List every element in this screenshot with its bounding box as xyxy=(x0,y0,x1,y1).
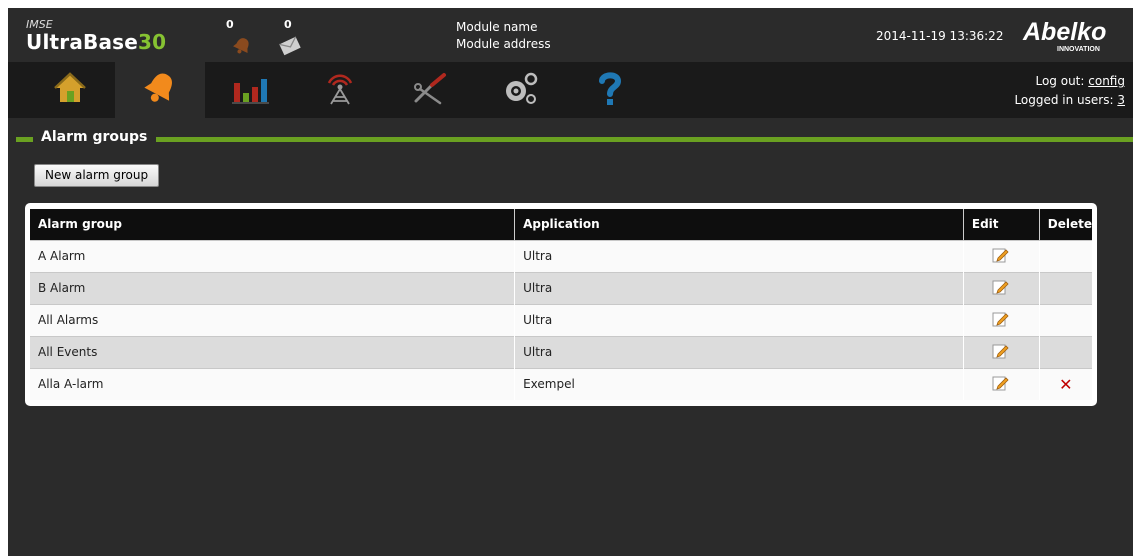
section-bar-left xyxy=(16,137,33,142)
alarm-group-cell: A Alarm xyxy=(30,239,515,272)
delete-cell: ✕ xyxy=(1038,367,1092,400)
delete-icon[interactable]: ✕ xyxy=(1059,375,1072,394)
help-icon xyxy=(595,69,625,111)
logout-line: Log out: config xyxy=(1014,72,1125,91)
edit-icon[interactable] xyxy=(992,376,1010,394)
header-delete: Delete xyxy=(1038,209,1092,240)
section-header: Alarm groups xyxy=(8,129,1133,147)
edit-cell xyxy=(962,335,1040,368)
edit-icon[interactable] xyxy=(992,344,1010,362)
table-row: A Alarm Ultra xyxy=(30,239,1092,272)
gears-icon xyxy=(500,69,540,111)
alarm-groups-table: Alarm group Application Edit Delete A Al… xyxy=(30,209,1092,400)
nav-system[interactable] xyxy=(475,62,565,118)
delete-cell xyxy=(1038,239,1092,272)
nav-alarms[interactable] xyxy=(115,62,205,118)
edit-cell xyxy=(962,303,1040,336)
message-envelope-icon[interactable] xyxy=(278,36,302,60)
application-cell: Ultra xyxy=(514,271,964,304)
logged-in-line: Logged in users: 3 xyxy=(1014,91,1125,110)
application-cell: Ultra xyxy=(514,335,964,368)
logout-label: Log out: xyxy=(1035,74,1085,88)
abelko-logo: Abelko xyxy=(1023,18,1107,46)
module-name: Module name xyxy=(456,20,538,34)
new-alarm-group-button[interactable]: New alarm group xyxy=(34,164,160,187)
application-cell: Ultra xyxy=(514,239,964,272)
module-info: Module name Module address xyxy=(456,19,551,53)
nav-settings-tools[interactable] xyxy=(385,62,475,118)
alarm-group-cell: All Events xyxy=(30,335,515,368)
logged-in-label: Logged in users: xyxy=(1014,93,1114,107)
brand-number: 30 xyxy=(138,30,167,54)
bell-icon xyxy=(140,69,180,111)
edit-cell xyxy=(962,271,1040,304)
alarm-group-cell: All Alarms xyxy=(30,303,515,336)
home-icon xyxy=(53,71,87,109)
edit-icon[interactable] xyxy=(992,248,1010,266)
app-window: IMSE UltraBase30 0 0 Module name Module xyxy=(8,8,1133,556)
table-row: Alla A-larm Exempel ✕ xyxy=(30,367,1092,400)
delete-cell xyxy=(1038,335,1092,368)
module-address: Module address xyxy=(456,37,551,51)
alarm-count: 0 xyxy=(226,18,234,31)
delete-cell xyxy=(1038,271,1092,304)
alarm-group-cell: B Alarm xyxy=(30,271,515,304)
table-row: All Events Ultra xyxy=(30,335,1092,368)
alarm-bell-icon[interactable] xyxy=(231,36,253,60)
brand-title: UltraBase30 xyxy=(26,30,166,54)
user-info: Log out: config Logged in users: 3 xyxy=(1014,72,1125,110)
table-row: All Alarms Ultra xyxy=(30,303,1092,336)
bar-chart-icon xyxy=(230,71,270,109)
header-alarm-group: Alarm group xyxy=(30,209,515,240)
delete-cell xyxy=(1038,303,1092,336)
brand-name: UltraBase xyxy=(26,30,139,54)
main-nav: Log out: config Logged in users: 3 xyxy=(8,62,1133,118)
antenna-icon xyxy=(321,69,359,111)
alarm-groups-table-container: Alarm group Application Edit Delete A Al… xyxy=(25,203,1097,406)
section-bar-right xyxy=(156,137,1133,142)
header-edit: Edit xyxy=(962,209,1040,240)
abelko-logo-sub: INNOVATION xyxy=(1057,46,1100,53)
logout-link[interactable]: config xyxy=(1088,74,1125,88)
page-title: Alarm groups xyxy=(41,129,148,145)
edit-cell xyxy=(962,367,1040,400)
application-cell: Exempel xyxy=(514,367,964,400)
header-application: Application xyxy=(514,209,964,240)
logged-in-count-link[interactable]: 3 xyxy=(1117,93,1125,107)
nav-communication[interactable] xyxy=(295,62,385,118)
edit-icon[interactable] xyxy=(992,280,1010,298)
application-cell: Ultra xyxy=(514,303,964,336)
table-row: B Alarm Ultra xyxy=(30,271,1092,304)
edit-icon[interactable] xyxy=(992,312,1010,330)
message-count: 0 xyxy=(284,18,292,31)
table-header-row: Alarm group Application Edit Delete xyxy=(30,209,1092,240)
nav-charts[interactable] xyxy=(205,62,295,118)
header: IMSE UltraBase30 0 0 Module name Module xyxy=(8,8,1133,62)
datetime: 2014-11-19 13:36:22 xyxy=(876,29,1004,43)
edit-cell xyxy=(962,239,1040,272)
nav-home[interactable] xyxy=(25,62,115,118)
nav-help[interactable] xyxy=(565,62,655,118)
alarm-group-cell: Alla A-larm xyxy=(30,367,515,400)
tools-icon xyxy=(410,69,450,111)
